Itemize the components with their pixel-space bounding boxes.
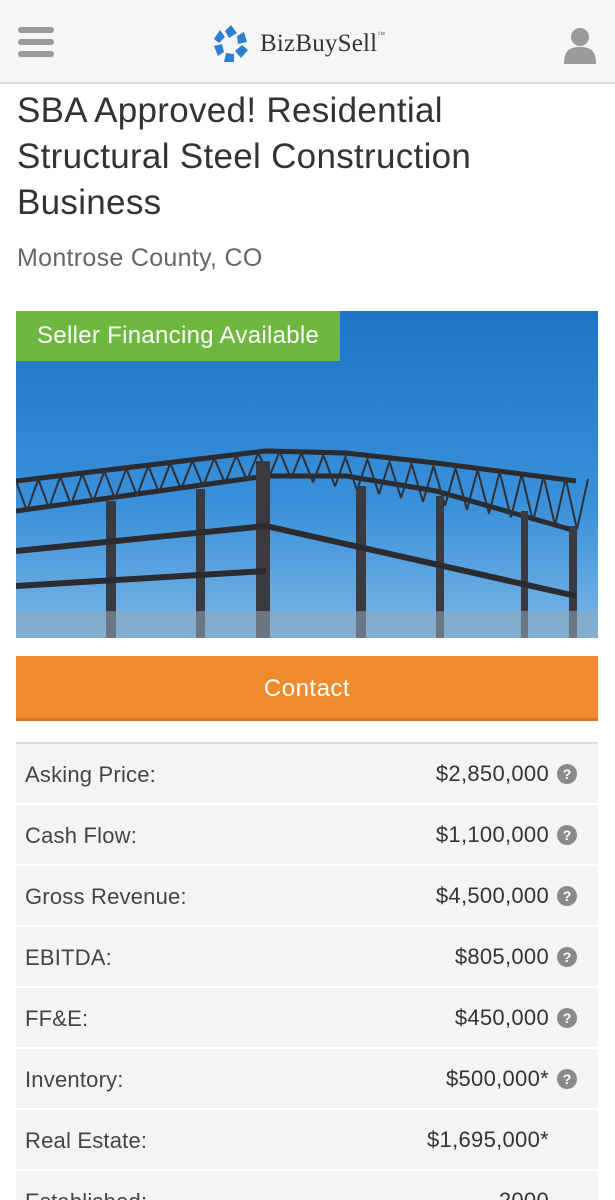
listing-title: SBA Approved! Residential Structural Ste… [17,91,472,222]
detail-row: Inventory: $500,000*? [16,1049,598,1110]
detail-label: Established: [25,1189,147,1200]
help-question-icon[interactable]: ? [557,947,577,967]
detail-value: 2000 [499,1188,549,1200]
detail-label: Cash Flow: [25,823,138,848]
detail-value: $2,850,000 [435,761,549,786]
detail-label: Inventory: [25,1067,124,1092]
detail-label: EBITDA: [25,945,112,970]
detail-row: Asking Price: $2,850,000? [16,744,598,805]
detail-value: $500,000* [445,1066,549,1091]
detail-row: Established: 2000 [16,1171,598,1200]
detail-row: Gross Revenue: $4,500,000? [16,866,598,927]
detail-label: FF&E: [25,1006,89,1031]
logo-text: BizBuySell™ [260,30,386,57]
bizbuysell-logo[interactable]: BizBuySell™ [210,22,385,66]
help-question-icon[interactable]: ? [557,1008,577,1028]
financial-details-table: Asking Price: $2,850,000? Cash Flow: $1,100… [16,742,598,1200]
detail-label: Asking Price: [25,762,156,787]
detail-label: Real Estate: [25,1128,148,1153]
detail-value: $1,100,000 [435,822,549,847]
seller-financing-badge: Seller Financing Available [16,311,341,361]
logo-mark-icon [214,25,248,62]
detail-row: Real Estate: $1,695,000* [16,1110,598,1171]
detail-value: $805,000 [454,944,549,969]
detail-value: $450,000 [454,1005,549,1030]
detail-value: $4,500,000 [435,883,549,908]
detail-row: FF&E: $450,000? [16,988,598,1049]
listing-location: Montrose County, CO [17,244,263,272]
user-profile-icon[interactable] [562,26,598,64]
top-header: BizBuySell™ [0,0,615,84]
help-question-icon[interactable]: ? [557,825,577,845]
help-question-icon[interactable]: ? [557,764,577,784]
hamburger-menu-icon[interactable] [18,27,54,59]
help-question-icon[interactable]: ? [557,1069,577,1089]
detail-row: Cash Flow: $1,100,000? [16,805,598,866]
help-question-icon[interactable]: ? [557,886,577,906]
detail-value: $1,695,000* [427,1127,549,1152]
detail-label: Gross Revenue: [25,884,187,909]
detail-row: EBITDA: $805,000? [16,927,598,988]
contact-button[interactable]: Contact [16,656,598,721]
